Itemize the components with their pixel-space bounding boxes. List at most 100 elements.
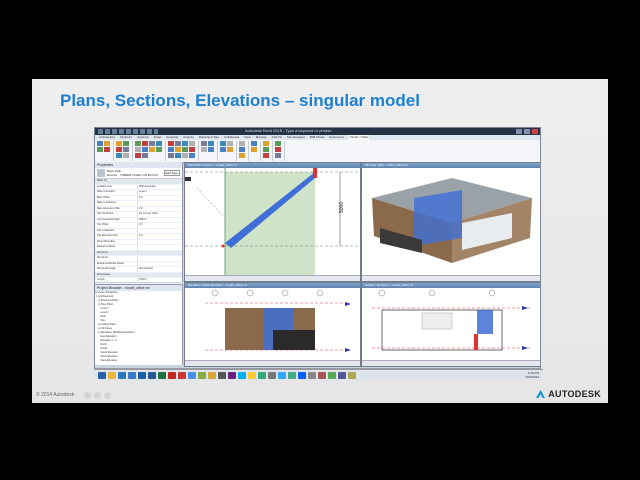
- ribbon-tool-icon[interactable]: [201, 147, 207, 152]
- ribbon-tool-icon[interactable]: [201, 141, 207, 146]
- navis-app-icon[interactable]: [288, 371, 296, 379]
- ribbon-tool-icon[interactable]: [168, 141, 174, 146]
- viewport-section[interactable]: Section: Section 1 - model_office.rvt: [361, 282, 540, 367]
- property-value[interactable]: 0.0: [137, 206, 182, 211]
- ribbon-tool-icon[interactable]: [227, 141, 233, 146]
- ribbon-tool-icon[interactable]: [123, 141, 129, 146]
- view-control-bar[interactable]: [185, 360, 360, 366]
- property-value[interactable]: [137, 256, 182, 261]
- property-value[interactable]: [137, 201, 182, 206]
- type-selector[interactable]: Basic Wall Exterior - TIMBER PANEL ON BL…: [95, 168, 182, 179]
- quick-access-toolbar[interactable]: [98, 129, 158, 134]
- ribbon-tab[interactable]: Insert: [154, 135, 162, 140]
- excel-app-icon[interactable]: [158, 371, 166, 379]
- ribbon-tool-icon[interactable]: [208, 147, 214, 152]
- close-icon[interactable]: [532, 129, 538, 134]
- ribbon-tool-icon[interactable]: [251, 147, 257, 152]
- outlook-app-icon[interactable]: [138, 371, 146, 379]
- property-value[interactable]: 7000.0: [137, 278, 182, 283]
- property-value[interactable]: [137, 228, 182, 233]
- taskbar-clock[interactable]: 2:49 PM 3/03/2014: [526, 371, 539, 379]
- ribbon-tool-icon[interactable]: [182, 147, 188, 152]
- ribbon-tool-icon[interactable]: [97, 147, 103, 152]
- ribbon-tool-icon[interactable]: [116, 141, 122, 146]
- ribbon-tab[interactable]: Structure: [120, 135, 132, 140]
- property-value[interactable]: [137, 272, 182, 277]
- property-value[interactable]: 0.0: [137, 223, 182, 228]
- chrome-app-icon[interactable]: [188, 371, 196, 379]
- ie-app-icon[interactable]: [128, 371, 136, 379]
- other-app-icon[interactable]: [338, 371, 346, 379]
- autocad-app-icon[interactable]: [178, 371, 186, 379]
- ribbon-tool-icon[interactable]: [220, 147, 226, 152]
- view-control-bar[interactable]: [362, 360, 540, 366]
- ribbon-tool-icon[interactable]: [239, 153, 245, 158]
- ribbon-tool-icon[interactable]: [135, 153, 141, 158]
- ribbon-tool-icon[interactable]: [97, 141, 103, 146]
- property-value[interactable]: [137, 261, 182, 266]
- ribbon-tab[interactable]: Annotate: [166, 135, 178, 140]
- ribbon-tool-icon[interactable]: [135, 147, 141, 152]
- viewport-floor-plan[interactable]: Floor Plan: Level 1 - model_office.rvt 5…: [184, 162, 361, 282]
- maximize-icon[interactable]: [524, 129, 530, 134]
- minimize-icon[interactable]: [516, 129, 522, 134]
- ribbon-tool-icon[interactable]: [156, 141, 162, 146]
- viewport-elevation[interactable]: Elevation: South Elevation - model_offic…: [184, 282, 361, 367]
- view-control-bar[interactable]: [185, 275, 360, 281]
- ribbon-tool-icon[interactable]: [227, 147, 233, 152]
- ribbon-tab[interactable]: Manage: [256, 135, 267, 140]
- ribbon-tool-icon[interactable]: [142, 141, 148, 146]
- skype-app-icon[interactable]: [238, 371, 246, 379]
- ribbon-tool-icon[interactable]: [156, 147, 162, 152]
- ribbon-tool-icon[interactable]: [220, 141, 226, 146]
- property-value[interactable]: Wall Centerline: [137, 184, 182, 189]
- ribbon-tool-icon[interactable]: [116, 153, 122, 158]
- ribbon-tool-icon[interactable]: [263, 141, 269, 146]
- ribbon-tool-icon[interactable]: [263, 147, 269, 152]
- property-value[interactable]: [137, 245, 182, 250]
- other-app-icon[interactable]: [308, 371, 316, 379]
- ribbon-tool-icon[interactable]: [275, 141, 281, 146]
- ribbon-tab[interactable]: Site Designer: [287, 135, 305, 140]
- ribbon-tool-icon[interactable]: [168, 153, 174, 158]
- ribbon-tool-icon[interactable]: [275, 153, 281, 158]
- edit-type-button[interactable]: Edit Type: [163, 170, 180, 176]
- ribbon-tool-icon[interactable]: [182, 141, 188, 146]
- ribbon-tab[interactable]: Modify | Walls: [348, 135, 370, 140]
- property-value[interactable]: [137, 250, 182, 255]
- paint-app-icon[interactable]: [198, 371, 206, 379]
- property-value[interactable]: [137, 239, 182, 244]
- ribbon-tool-icon[interactable]: [189, 147, 195, 152]
- photoshop-app-icon[interactable]: [278, 371, 286, 379]
- start-app-icon[interactable]: [98, 371, 106, 379]
- acrobat-app-icon[interactable]: [168, 371, 176, 379]
- pager-dot[interactable]: [84, 392, 91, 399]
- media-app-icon[interactable]: [218, 371, 226, 379]
- ribbon-tool-icon[interactable]: [175, 153, 181, 158]
- maps-app-icon[interactable]: [258, 371, 266, 379]
- other-app-icon[interactable]: [318, 371, 326, 379]
- ribbon-tab[interactable]: View: [244, 135, 250, 140]
- ribbon-tool-icon[interactable]: [135, 141, 141, 146]
- property-value[interactable]: [137, 179, 182, 184]
- ribbon-tab[interactable]: Systems: [137, 135, 149, 140]
- revit-app-icon[interactable]: [118, 371, 126, 379]
- view-control-bar[interactable]: [362, 275, 540, 281]
- property-value[interactable]: Up to level: Roof: [137, 212, 182, 217]
- pager-dot[interactable]: [104, 392, 111, 399]
- ribbon-tool-icon[interactable]: [263, 153, 269, 158]
- ribbon-tool-icon[interactable]: [275, 147, 281, 152]
- viewport-3d[interactable]: 3D View: {3D} - model_office.rvt: [361, 162, 540, 282]
- ribbon-tool-icon[interactable]: [104, 141, 110, 146]
- ribbon-tool-icon[interactable]: [239, 147, 245, 152]
- notes-app-icon[interactable]: [248, 371, 256, 379]
- property-value[interactable]: Level 1: [137, 190, 182, 195]
- ribbon-tool-icon[interactable]: [168, 147, 174, 152]
- ribbon-tool-icon[interactable]: [175, 147, 181, 152]
- ribbon-tool-icon[interactable]: [142, 147, 148, 152]
- property-value[interactable]: 3000.0: [137, 217, 182, 222]
- ribbon-tool-icon[interactable]: [189, 141, 195, 146]
- ribbon-tab[interactable]: Add-Ins: [272, 135, 282, 140]
- explorer-app-icon[interactable]: [108, 371, 116, 379]
- browser-item[interactable]: West Elevation: [95, 359, 182, 363]
